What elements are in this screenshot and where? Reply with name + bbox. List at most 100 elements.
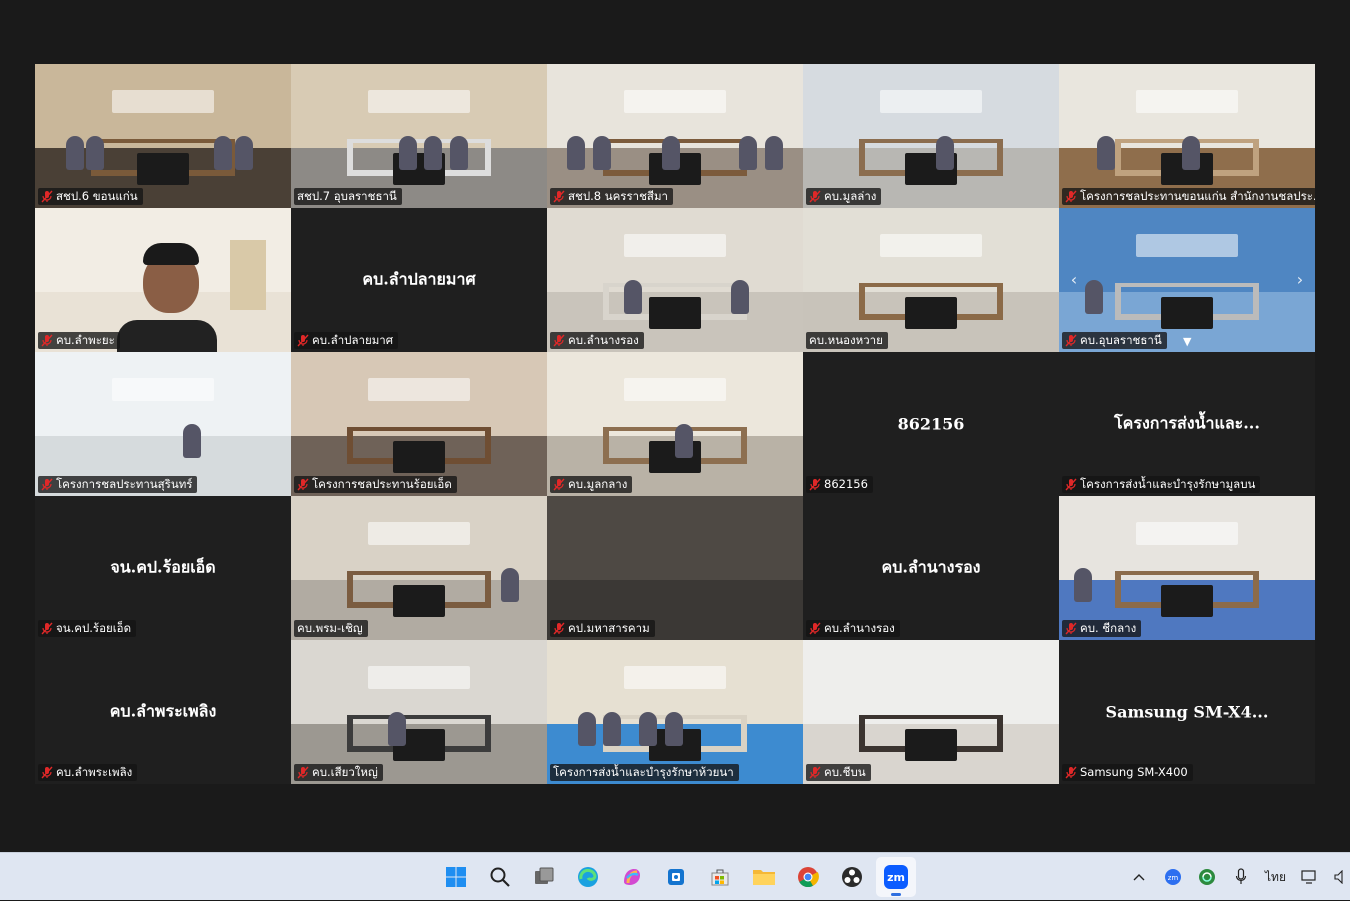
participant-tile[interactable]: จน.คป.ร้อยเอ็ด จน.คป.ร้อยเอ็ด (35, 496, 291, 640)
participant-tile[interactable]: โครงการส่งน้ำและ... โครงการส่งน้ำและบำรุง… (1059, 352, 1315, 496)
participant-tile[interactable]: คบ.มูลกลาง (547, 352, 803, 496)
participant-tile[interactable]: ‹ › ▼ คบ.อุบลราชธานี (1059, 208, 1315, 352)
participant-display-name: คบ.ลำปลายมาศ (362, 269, 476, 289)
participant-name-text: คบ.มูลกลาง (568, 477, 628, 491)
participant-tile[interactable]: คบ.ลำนางรอง (547, 208, 803, 352)
mic-muted-icon (41, 190, 53, 203)
participant-name-label: โครงการชลประทานร้อยเอ็ด (294, 476, 457, 493)
participant-display-name: โครงการส่งน้ำและ... (1114, 413, 1260, 433)
participant-name-text: โครงการชลประทานขอนแก่น สำนักงานชลประ... (1080, 189, 1315, 203)
copilot-icon[interactable] (612, 857, 652, 897)
participant-name-text: สชป.6 ขอนแก่น (56, 189, 138, 203)
participant-tile[interactable]: Samsung SM-X4... Samsung SM-X400 (1059, 640, 1315, 784)
chevron-right-icon[interactable]: › (1293, 270, 1307, 290)
participant-tile[interactable]: คบ. ชีกลาง (1059, 496, 1315, 640)
participant-video (35, 208, 291, 352)
participant-video (291, 64, 547, 208)
file-explorer-icon[interactable] (744, 857, 784, 897)
participant-tile[interactable]: โครงการชลประทานร้อยเอ็ด (291, 352, 547, 496)
chevron-left-icon[interactable]: ‹ (1067, 270, 1081, 290)
participant-name-text: คบ. ชีกลาง (1080, 621, 1137, 635)
participant-tile[interactable]: คบ.ลำปลายมาศ คบ.ลำปลายมาศ (291, 208, 547, 352)
volume-icon[interactable] (1334, 867, 1344, 887)
chevron-down-icon[interactable]: ▼ (1183, 335, 1191, 348)
mic-muted-icon (1065, 334, 1077, 347)
edge-icon[interactable] (568, 857, 608, 897)
mic-muted-icon (809, 622, 821, 635)
participant-display-name: คบ.ลำนางรอง (881, 557, 981, 577)
participant-name-text: คบ.พรม-เชิญ (297, 621, 363, 635)
participant-tile[interactable]: โครงการชลประทานสุรินทร์ (35, 352, 291, 496)
participant-name-label: โครงการส่งน้ำและบำรุงรักษาห้วยนา (550, 764, 739, 781)
participant-tile[interactable]: โครงการชลประทานขอนแก่น สำนักงานชลประ... (1059, 64, 1315, 208)
task-view-icon[interactable] (524, 857, 564, 897)
svg-text:zm: zm (1168, 874, 1179, 882)
participant-name-label: Samsung SM-X400 (1062, 764, 1193, 781)
store-icon[interactable] (700, 857, 740, 897)
mic-muted-icon (553, 478, 565, 491)
participant-tile[interactable]: คบ.ลำนางรอง คบ.ลำนางรอง (803, 496, 1059, 640)
chevron-up-icon[interactable] (1129, 867, 1149, 887)
participant-name-label: คบ.พรม-เชิญ (294, 620, 368, 637)
participant-tile[interactable]: คบ.ลำพระเพลิง คบ.ลำพระเพลิง (35, 640, 291, 784)
participant-name-label: โครงการชลประทานสุรินทร์ (38, 476, 198, 493)
chrome-icon[interactable] (788, 857, 828, 897)
sync-icon[interactable] (1197, 867, 1217, 887)
participant-name-label: คบ. ชีกลาง (1062, 620, 1142, 637)
network-icon[interactable] (1300, 867, 1320, 887)
participant-tile[interactable]: คป.มหาสารคาม (547, 496, 803, 640)
obs-icon[interactable] (832, 857, 872, 897)
outlook-icon[interactable] (656, 857, 696, 897)
participant-name-text: 862156 (824, 477, 868, 491)
mic-muted-icon (297, 334, 309, 347)
participant-tile[interactable]: คบ.ชีบน (803, 640, 1059, 784)
zoom-meeting-window: สชป.6 ขอนแก่น สชป.7 อุบลราชธานี สชป.8 นครร… (0, 0, 1350, 852)
search-icon[interactable] (480, 857, 520, 897)
participant-tile[interactable]: คบ.เสียวใหญ่ (291, 640, 547, 784)
participant-tile[interactable]: คบ.พรม-เชิญ (291, 496, 547, 640)
mic-muted-icon (41, 478, 53, 491)
participant-display-name: Samsung SM-X4... (1105, 702, 1269, 722)
participant-video (547, 352, 803, 496)
participant-name-label: คป.มหาสารคาม (550, 620, 655, 637)
participant-name-label: คบ.มูลล่าง (806, 188, 882, 205)
participant-name-text: คบ.ลำนางรอง (568, 333, 639, 347)
participant-name-text: คบ.ลำนางรอง (824, 621, 895, 635)
participant-name-label: 862156 (806, 476, 873, 493)
participant-name-label: คบ.ลำพระเพลิง (38, 764, 138, 781)
participant-tile[interactable]: คบ.หนองหวาย (803, 208, 1059, 352)
participant-video (35, 64, 291, 208)
participant-name-text: โครงการส่งน้ำและบำรุงรักษามูลบน (1080, 477, 1256, 491)
mic-muted-icon (41, 766, 53, 779)
participant-name-text: Samsung SM-X400 (1080, 765, 1188, 779)
microphone-icon[interactable] (1231, 867, 1251, 887)
mic-muted-icon (809, 190, 821, 203)
participant-tile[interactable]: คบ.ลำพะยะ (35, 208, 291, 352)
participant-display-name: จน.คป.ร้อยเอ็ด (110, 557, 216, 577)
participant-name-text: คบ.หนองหวาย (809, 333, 883, 347)
participant-tile[interactable]: คบ.มูลล่าง (803, 64, 1059, 208)
participant-name-text: โครงการชลประทานร้อยเอ็ด (312, 477, 452, 491)
participant-tile[interactable]: สชป.6 ขอนแก่น (35, 64, 291, 208)
participant-name-text: คบ.ลำปลายมาศ (312, 333, 394, 347)
participant-name-label: คบ.ลำนางรอง (550, 332, 644, 349)
participant-tile[interactable]: สชป.8 นครราชสีมา (547, 64, 803, 208)
participant-video (35, 352, 291, 496)
mic-muted-icon (1065, 190, 1077, 203)
participant-name-label: สชป.6 ขอนแก่น (38, 188, 143, 205)
participant-video (547, 64, 803, 208)
participant-tile[interactable]: โครงการส่งน้ำและบำรุงรักษาห้วยนา (547, 640, 803, 784)
participant-name-label: คบ.หนองหวาย (806, 332, 888, 349)
participant-tile[interactable]: สชป.7 อุบลราชธานี (291, 64, 547, 208)
taskbar-apps: zm (436, 857, 916, 897)
zoom-tray-icon[interactable]: zm (1163, 867, 1183, 887)
mic-muted-icon (1065, 478, 1077, 491)
mic-muted-icon (1065, 622, 1077, 635)
zoom-icon[interactable]: zm (876, 857, 916, 897)
participant-tile[interactable]: 862156 862156 (803, 352, 1059, 496)
mic-muted-icon (553, 334, 565, 347)
participant-display-name: 862156 (897, 414, 965, 434)
start-icon[interactable] (436, 857, 476, 897)
participant-name-text: คบ.มูลล่าง (824, 189, 877, 203)
language-indicator[interactable]: ไทย (1265, 867, 1286, 887)
